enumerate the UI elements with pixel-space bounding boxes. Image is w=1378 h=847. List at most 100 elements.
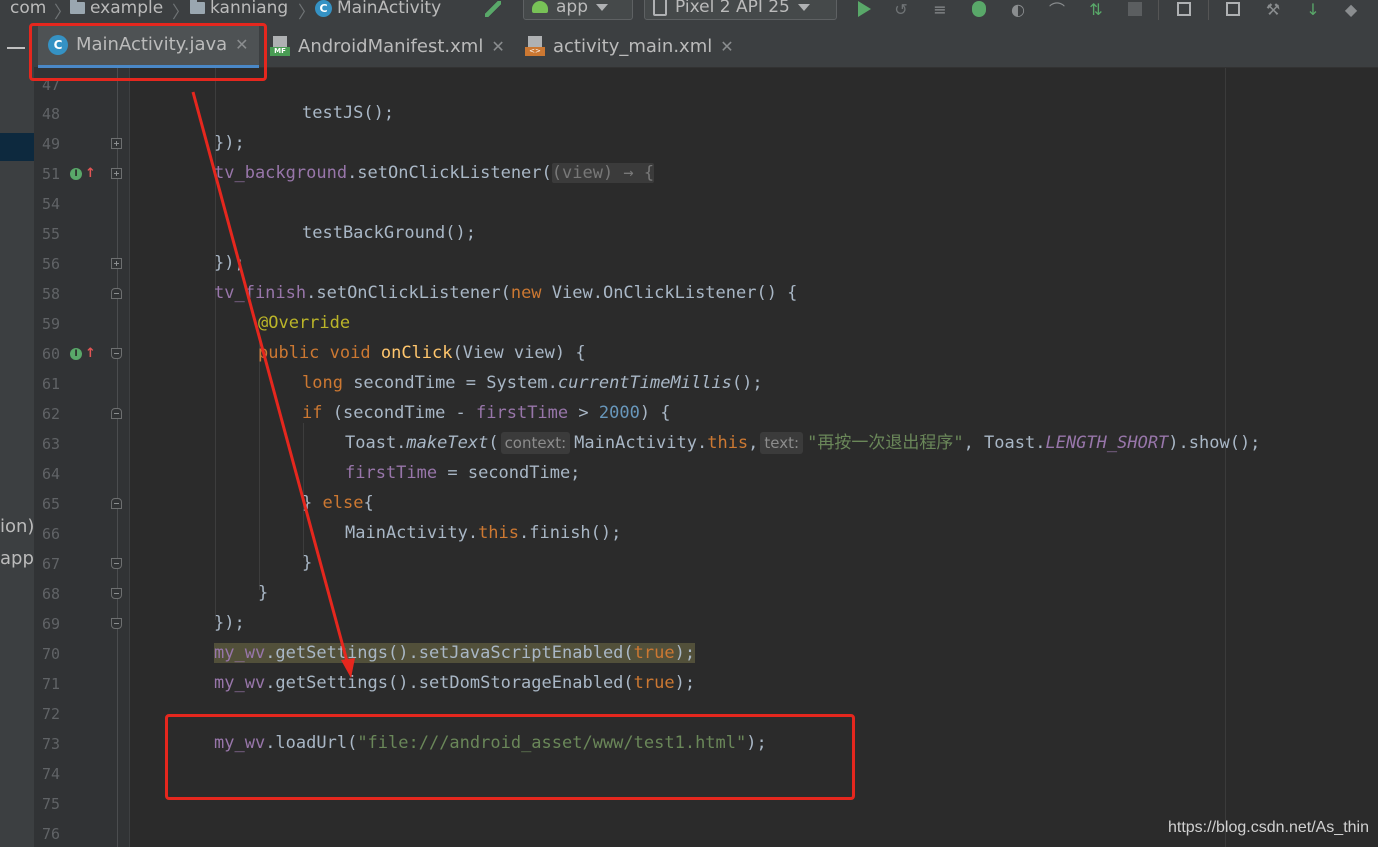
breadcrumb-item-com[interactable]: com	[10, 0, 46, 19]
fold-expand-icon[interactable]	[111, 258, 122, 269]
avd-manager-icon[interactable]: ⚒	[1262, 0, 1284, 20]
tab-activity-main-xml[interactable]: activity_main.xml ✕	[515, 24, 744, 68]
editor-gutter: 47 48 49 51 54 55 56 58 59 60 61 62 63 6…	[34, 68, 130, 847]
code-line-51[interactable]: tv_background.setOnClickListener((view) …	[214, 158, 655, 188]
breadcrumb-separator-icon: 〉	[298, 3, 315, 23]
close-icon[interactable]: ✕	[491, 37, 504, 56]
fold-collapse-icon[interactable]	[111, 588, 122, 599]
run-config-label: app	[556, 0, 588, 17]
line-number: 74	[42, 765, 61, 783]
code-line-65[interactable]: } else{	[302, 488, 374, 518]
line-number: 68	[42, 585, 61, 603]
line-number: 76	[42, 825, 61, 843]
override-marker-icon[interactable]: I ↑	[70, 346, 96, 361]
fold-collapse-icon[interactable]	[111, 618, 122, 629]
layout-xml-icon	[525, 36, 545, 56]
line-number: 70	[42, 645, 61, 663]
fold-collapse-icon[interactable]	[111, 408, 122, 419]
breadcrumb-item-mainactivity[interactable]: C MainActivity	[315, 0, 441, 19]
line-number: 56	[42, 255, 61, 273]
package-folder-icon	[70, 0, 85, 14]
chevron-down-icon	[797, 3, 810, 11]
line-number: 73	[42, 735, 61, 753]
device-select[interactable]: Pixel 2 API 25	[644, 0, 837, 20]
close-icon[interactable]: ✕	[720, 37, 733, 56]
java-class-icon: C	[315, 0, 332, 17]
tab-androidmanifest-xml[interactable]: AndroidManifest.xml ✕	[260, 24, 515, 68]
sync-icon[interactable]: ⇅	[1085, 0, 1107, 20]
code-line-64[interactable]: firstTime = secondTime;	[345, 458, 580, 488]
project-selected-row[interactable]	[0, 133, 34, 161]
tab-label: AndroidManifest.xml	[298, 35, 484, 57]
line-number: 51	[42, 165, 61, 183]
line-number: 72	[42, 705, 61, 723]
attach-debugger-icon[interactable]: ⌒	[1046, 0, 1068, 20]
code-line-60[interactable]: public void onClick(View view) {	[258, 338, 586, 368]
line-number: 63	[42, 435, 61, 453]
device-file-icon[interactable]: ◆	[1340, 0, 1362, 20]
code-line-59[interactable]: @Override	[258, 308, 350, 338]
code-line-67[interactable]: }	[302, 548, 312, 578]
line-number: 49	[42, 135, 61, 153]
project-tree-item[interactable]: ion)	[0, 516, 34, 537]
hammer-icon[interactable]	[482, 0, 504, 20]
breadcrumb-separator-icon: 〉	[172, 3, 189, 23]
code-line-63[interactable]: Toast.makeText(context: MainActivity.this…	[345, 428, 1260, 458]
parameter-hint: text:	[760, 432, 804, 454]
layout-inspector-icon[interactable]	[1222, 0, 1244, 20]
toolbar-divider	[1158, 0, 1159, 20]
stop-icon[interactable]	[1124, 0, 1146, 20]
code-line-62[interactable]: if (secondTime - firstTime > 2000) {	[302, 398, 671, 428]
annotation-box-tab	[29, 23, 267, 81]
code-line-55[interactable]: testBackGround();	[302, 218, 476, 248]
fold-collapse-icon[interactable]	[111, 288, 122, 299]
breadcrumb-item-kanniang[interactable]: kanniang	[190, 0, 288, 19]
run-icon[interactable]	[853, 0, 875, 20]
debug-icon[interactable]	[968, 0, 990, 20]
override-marker-icon[interactable]: I ↑	[70, 166, 96, 181]
breadcrumb-item-example[interactable]: example	[70, 0, 163, 19]
code-line-56[interactable]: });	[214, 248, 245, 278]
code-line-69[interactable]: });	[214, 608, 245, 638]
code-line-48[interactable]: testJS();	[302, 98, 394, 128]
profile-icon[interactable]: ◐	[1007, 0, 1029, 20]
fold-collapse-icon[interactable]	[111, 348, 122, 359]
run-config-select[interactable]: app	[523, 0, 633, 20]
line-number: 55	[42, 225, 61, 243]
fold-collapse-icon[interactable]	[111, 558, 122, 569]
code-line-70[interactable]: my_wv.getSettings().setJavaScriptEnabled…	[214, 638, 696, 668]
line-number: 71	[42, 675, 61, 693]
phone-icon	[653, 0, 667, 16]
line-number: 66	[42, 525, 61, 543]
tab-label: activity_main.xml	[553, 35, 713, 57]
fold-collapse-icon[interactable]	[111, 498, 122, 509]
line-number: 65	[42, 495, 61, 513]
project-structure-icon[interactable]	[1173, 0, 1195, 20]
code-line-68[interactable]: }	[258, 578, 268, 608]
project-tree-item[interactable]: app	[0, 548, 34, 569]
breadcrumb-label: com	[10, 0, 47, 18]
line-number: 48	[42, 105, 61, 123]
sdk-manager-icon[interactable]: ↓	[1302, 0, 1324, 20]
lambda-fold: (view) → {	[551, 163, 655, 183]
watermark: https://blog.csdn.net/As_thin	[1167, 819, 1369, 836]
coverage-icon[interactable]: ≡	[929, 0, 951, 20]
code-line-66[interactable]: MainActivity.this.finish();	[345, 518, 621, 548]
apply-changes-icon[interactable]: ↺	[890, 0, 912, 20]
code-line-61[interactable]: long secondTime = System.currentTimeMill…	[302, 368, 763, 398]
project-panel-edge: ion) app	[0, 24, 34, 847]
package-folder-icon	[190, 0, 205, 14]
line-number: 67	[42, 555, 61, 573]
line-number: 54	[42, 195, 61, 213]
line-number: 62	[42, 405, 61, 423]
navigation-bar: com 〉 example 〉 kanniang 〉 C MainActivit…	[0, 0, 1378, 24]
line-number: 60	[42, 345, 61, 363]
code-line-58[interactable]: tv_finish.setOnClickListener(new View.On…	[214, 278, 797, 308]
fold-expand-icon[interactable]	[111, 168, 122, 179]
collapse-icon[interactable]	[7, 47, 25, 49]
fold-expand-icon[interactable]	[111, 138, 122, 149]
device-label: Pixel 2 API 25	[675, 0, 790, 17]
code-line-49[interactable]: });	[214, 128, 245, 158]
line-number: 64	[42, 465, 61, 483]
code-line-71[interactable]: my_wv.getSettings().setDomStorageEnabled…	[214, 668, 695, 698]
